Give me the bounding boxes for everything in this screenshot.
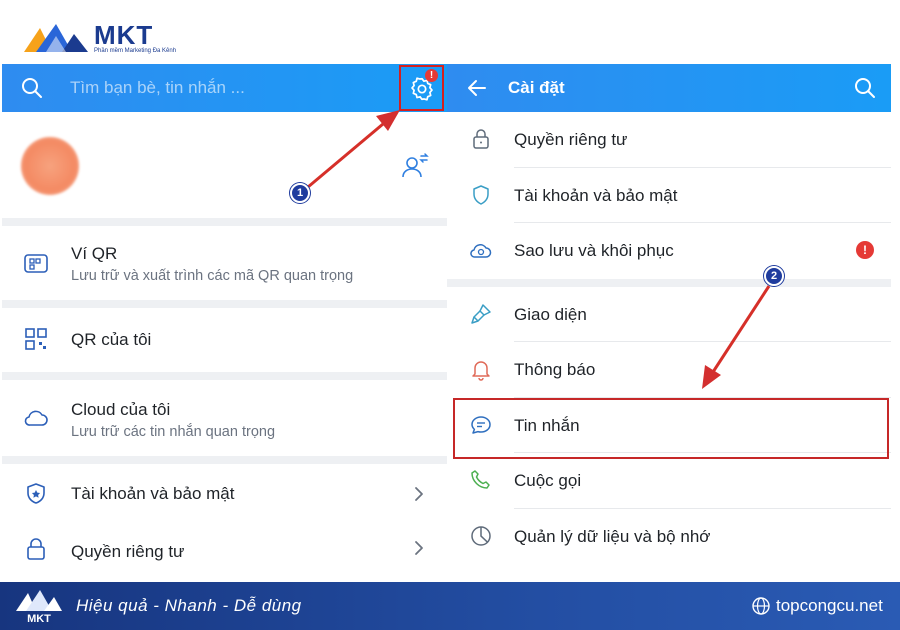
lock-icon — [473, 129, 489, 149]
my-cloud-subtitle: Lưu trữ các tin nhắn quan trọng — [71, 424, 276, 440]
footer-logo-icon: MKT — [16, 590, 62, 625]
mkt-logo: MKT Phần mềm Marketing Đa Kênh — [22, 18, 176, 58]
messages-panel: Tìm bạn bè, tin nhắn ... ! Ví QR Lưu trữ… — [2, 64, 447, 580]
my-qr-row[interactable]: QR của tôi — [2, 308, 447, 372]
backup-alert-badge: ! — [856, 241, 874, 259]
my-qr-title: QR của tôi — [71, 330, 152, 349]
footer-banner: MKT Hiệu quả - Nhanh - Dễ dùng topcongcu… — [0, 582, 900, 630]
svg-text:MKT: MKT — [27, 613, 51, 625]
messages-highlight-box — [453, 398, 889, 459]
privacy-row[interactable]: Quyền riêng tư — [2, 522, 447, 574]
footer-website-link[interactable]: topcongcu.net — [776, 596, 883, 616]
settings-item-label: Quyền riêng tư — [514, 130, 628, 149]
separator — [2, 218, 447, 226]
settings-item-calls[interactable]: Cuộc gọi — [447, 453, 891, 509]
search-input[interactable]: Tìm bạn bè, tin nhắn ... — [70, 78, 245, 98]
step-2-marker: 2 — [764, 266, 784, 286]
settings-item-notifications[interactable]: Thông báo — [447, 342, 891, 398]
account-security-title: Tài khoản và bảo mật — [71, 484, 235, 503]
settings-button[interactable]: ! — [399, 65, 444, 111]
privacy-title: Quyền riêng tư — [71, 542, 185, 561]
separator — [2, 372, 447, 380]
bell-icon — [472, 361, 490, 381]
right-topbar: Cài đặt — [447, 64, 891, 112]
phone-icon — [471, 470, 490, 489]
step-1-marker: 1 — [290, 183, 310, 203]
my-cloud-row[interactable]: Cloud của tôi Lưu trữ các tin nhắn quan … — [2, 380, 447, 456]
avatar[interactable] — [21, 137, 79, 195]
switch-account-icon[interactable] — [400, 152, 430, 180]
settings-item-label: Tài khoản và bảo mật — [514, 185, 678, 205]
my-cloud-title: Cloud của tôi — [71, 400, 171, 419]
left-topbar: Tìm bạn bè, tin nhắn ... ! — [2, 64, 447, 112]
settings-item-theme[interactable]: Giao diện — [447, 287, 891, 342]
qr-wallet-title: Ví QR — [71, 244, 118, 263]
qr-wallet-subtitle: Lưu trữ và xuất trình các mã QR quan trọ… — [71, 268, 354, 284]
logo-subtitle: Phần mềm Marketing Đa Kênh — [94, 47, 177, 54]
qr-wallet-row[interactable]: Ví QR Lưu trữ và xuất trình các mã QR qu… — [2, 226, 447, 300]
settings-alert-badge: ! — [425, 69, 438, 82]
shield-star-icon — [27, 483, 45, 504]
profile-section[interactable] — [2, 112, 447, 218]
search-icon[interactable] — [853, 76, 877, 100]
logo-title: MKT — [94, 19, 154, 50]
settings-item-privacy[interactable]: Quyền riêng tư — [447, 112, 891, 168]
separator — [447, 278, 891, 287]
footer-tagline: Hiệu quả - Nhanh - Dễ dùng — [76, 596, 302, 615]
settings-item-label: Cuộc gọi — [514, 471, 582, 490]
cloud-sync-icon — [470, 244, 492, 258]
settings-item-backup-restore[interactable]: Sao lưu và khôi phục ! — [447, 223, 891, 279]
qr-code-icon — [25, 328, 47, 350]
settings-item-label: Thông báo — [514, 360, 596, 379]
back-arrow-icon[interactable] — [465, 76, 489, 100]
settings-item-label: Quản lý dữ liệu và bộ nhớ — [514, 526, 711, 546]
separator — [2, 300, 447, 308]
settings-title: Cài đặt — [508, 78, 565, 97]
search-icon[interactable] — [20, 76, 44, 100]
chevron-right-icon — [415, 487, 423, 501]
settings-panel: Cài đặt Quyền riêng tư Tài khoản và bảo … — [447, 64, 891, 580]
settings-item-label: Giao diện — [514, 304, 587, 324]
pie-chart-icon — [471, 525, 491, 546]
cloud-icon — [24, 410, 48, 426]
paint-brush-icon — [471, 303, 491, 324]
shield-icon — [473, 184, 489, 205]
settings-item-account-security[interactable]: Tài khoản và bảo mật — [447, 168, 891, 223]
settings-item-data-storage[interactable]: Quản lý dữ liệu và bộ nhớ — [447, 509, 891, 565]
separator — [2, 456, 447, 464]
chevron-right-icon — [415, 541, 423, 555]
lock-icon — [27, 538, 45, 560]
account-security-row[interactable]: Tài khoản và bảo mật — [2, 464, 447, 522]
qr-wallet-icon — [24, 254, 48, 273]
settings-item-label: Sao lưu và khôi phục — [514, 241, 674, 260]
logo-mark-icon — [24, 24, 88, 52]
globe-icon — [752, 597, 770, 615]
